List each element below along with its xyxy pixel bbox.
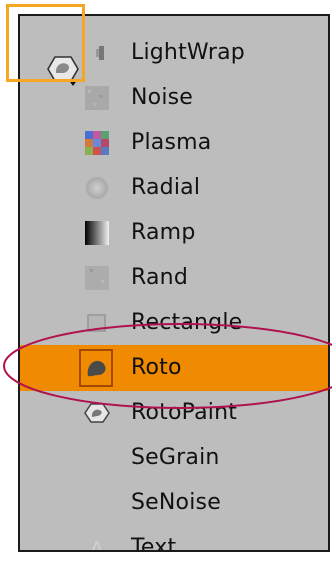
menu-item-text[interactable]: A Text xyxy=(20,525,328,552)
menu-item-noise[interactable]: Noise xyxy=(20,75,328,121)
menu-item-lightwrap[interactable]: LightWrap xyxy=(20,30,328,76)
menu-item-ramp[interactable]: Ramp xyxy=(20,210,328,256)
menu-item-radial[interactable]: Radial xyxy=(20,165,328,211)
menu-item-label: Rectangle xyxy=(131,310,243,335)
menu-item-rotopaint[interactable]: RotoPaint xyxy=(20,390,328,436)
plasma-icon xyxy=(85,131,109,155)
menu-item-label: Text xyxy=(131,535,177,552)
lightwrap-icon xyxy=(96,46,104,60)
menu-item-segrain[interactable]: SeGrain xyxy=(20,435,328,481)
menu-item-label: Plasma xyxy=(131,130,212,155)
svg-text:A: A xyxy=(90,537,104,552)
rectangle-icon xyxy=(87,314,106,332)
menu-item-label: LightWrap xyxy=(131,40,245,65)
roto-icon xyxy=(87,360,106,377)
rand-icon xyxy=(85,266,109,290)
menu-item-label: SeGrain xyxy=(131,445,220,470)
menu-item-plasma[interactable]: Plasma xyxy=(20,120,328,166)
menu-item-rectangle[interactable]: Rectangle xyxy=(20,300,328,346)
menu-item-roto[interactable]: Roto xyxy=(20,345,328,391)
draw-node-menu: LightWrap Noise Plasma Radial Ramp Rand … xyxy=(18,14,330,552)
radial-icon xyxy=(86,177,108,199)
menu-item-senoise[interactable]: SeNoise xyxy=(20,480,328,526)
menu-item-label: SeNoise xyxy=(131,490,221,515)
menu-item-label: Ramp xyxy=(131,220,196,245)
text-icon: A xyxy=(90,537,104,552)
menu-item-label: RotoPaint xyxy=(131,400,238,425)
menu-item-label: Roto xyxy=(131,355,182,380)
noise-icon xyxy=(85,86,109,110)
rotopaint-icon xyxy=(84,403,110,423)
menu-item-rand[interactable]: Rand xyxy=(20,255,328,301)
menu-item-label: Noise xyxy=(131,85,194,110)
menu-item-label: Radial xyxy=(131,175,201,200)
menu-item-label: Rand xyxy=(131,265,188,290)
ramp-icon xyxy=(85,221,109,245)
